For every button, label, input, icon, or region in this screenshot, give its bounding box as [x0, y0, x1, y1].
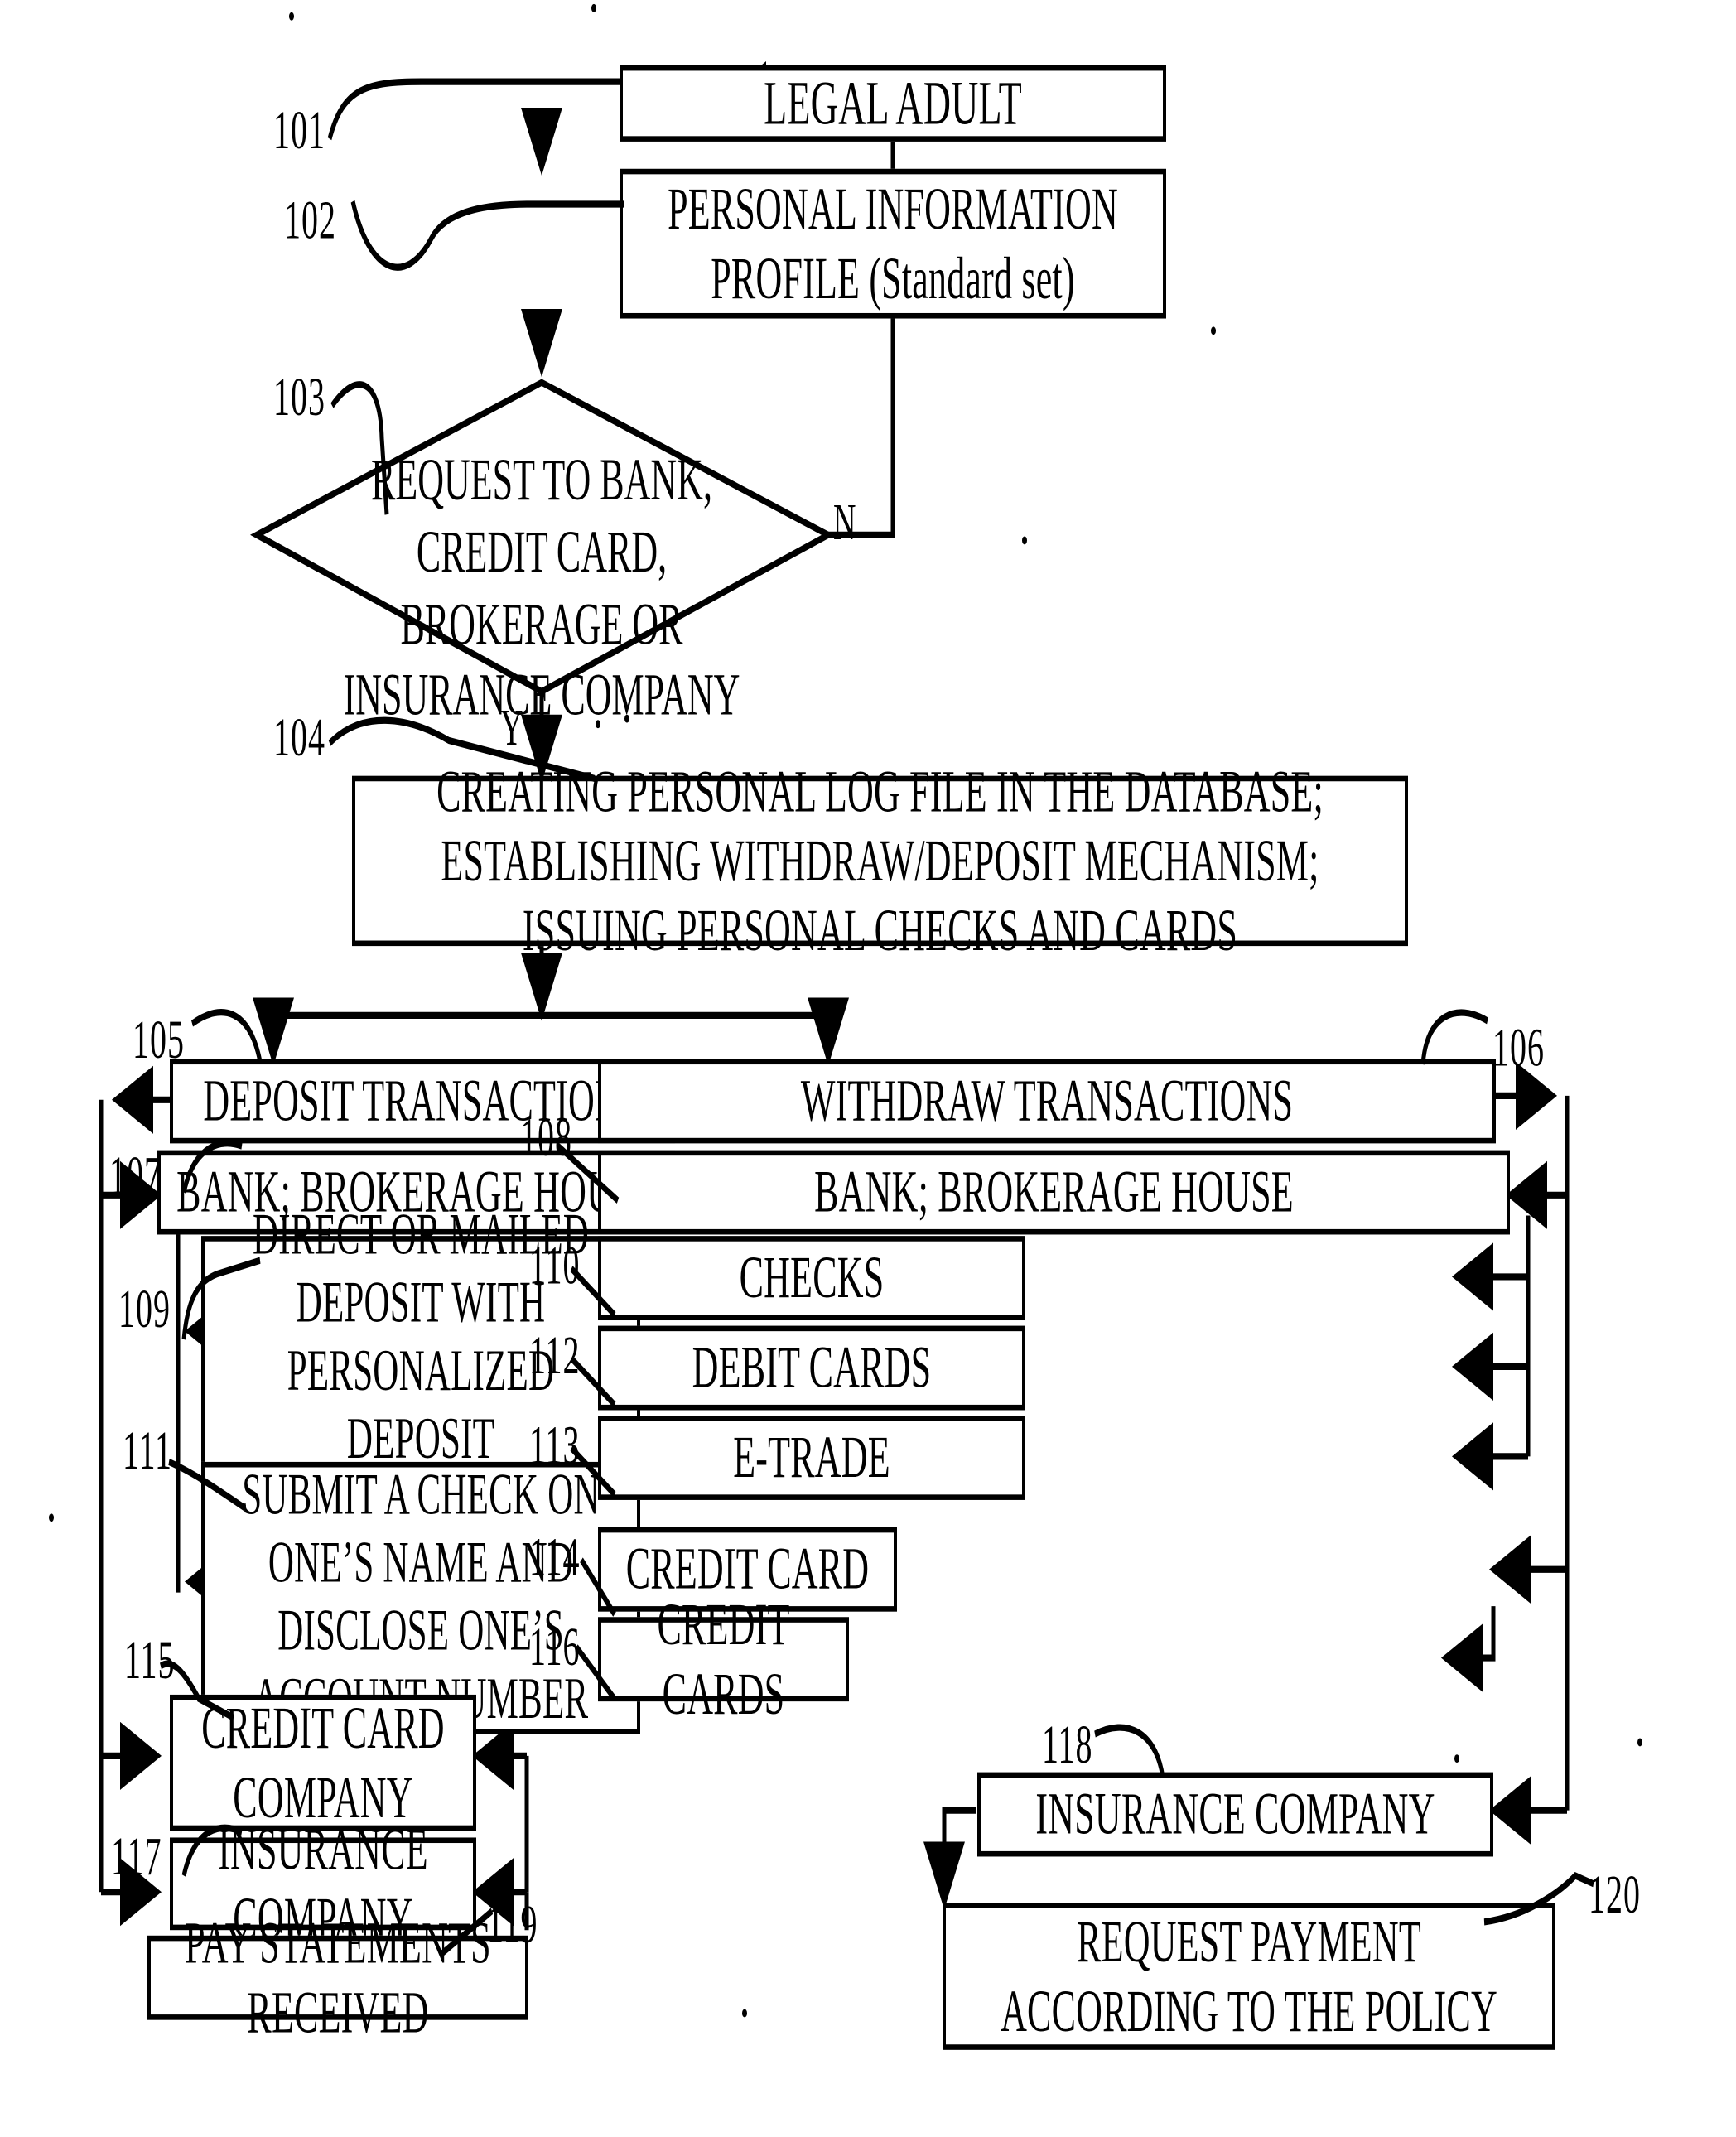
ref-105: 105: [133, 1008, 185, 1070]
leader-110: [570, 1266, 616, 1318]
leader-112: [570, 1355, 616, 1408]
branch-label-no: N: [833, 494, 856, 552]
node-request-payment[interactable]: REQUEST PAYMENT ACCORDING TO THE POLICY: [943, 1903, 1555, 2050]
ref-117: 117: [111, 1825, 162, 1887]
node-personal-information-profile[interactable]: PERSONAL INFORMATION PROFILE (Standard s…: [620, 168, 1166, 319]
leader-103: [330, 381, 389, 515]
node-insurance-company-right[interactable]: INSURANCE COMPANY: [977, 1772, 1493, 1857]
ref-116: 116: [529, 1615, 581, 1677]
node-checks-label: CHECKS: [739, 1244, 885, 1312]
ref-118: 118: [1042, 1713, 1093, 1775]
leader-102: [350, 200, 624, 271]
node-e-trade[interactable]: E-TRADE: [598, 1416, 1025, 1500]
node-withdraw-bank-brokerage-house[interactable]: BANK; BROKERAGE HOUSE: [598, 1150, 1510, 1235]
leader-111: [168, 1458, 246, 1512]
ref-103: 103: [273, 366, 326, 427]
leader-101: [327, 78, 620, 141]
leader-104: [328, 716, 596, 783]
ref-109: 109: [118, 1278, 171, 1340]
node-credit-cards-label: CREDIT CARDS: [657, 1590, 790, 1728]
node-request-payment-label: REQUEST PAYMENT ACCORDING TO THE POLICY: [1001, 1908, 1497, 2045]
leader-115: [160, 1660, 234, 1721]
node-debit-cards-label: DEBIT CARDS: [692, 1334, 932, 1401]
node-debit-cards[interactable]: DEBIT CARDS: [598, 1325, 1025, 1411]
node-creating-personal-log-file[interactable]: CREATING PERSONAL LOG FILE IN THE DATABA…: [352, 758, 1408, 963]
leader-108: [557, 1143, 620, 1204]
node-credit-cards[interactable]: CREDIT CARDS: [598, 1591, 849, 1727]
ref-106: 106: [1492, 1016, 1545, 1078]
node-legal-adult-label: LEGAL ADULT: [764, 68, 1022, 138]
leader-117: [181, 1824, 243, 1877]
leader-116: [575, 1644, 616, 1702]
node-deposit-transactions-label: DEPOSIT TRANSACTIONS: [203, 1068, 642, 1135]
node-insurance-company-right-label: INSURANCE COMPANY: [1035, 1781, 1435, 1848]
patent-figure-page: LEGAL ADULT 101 PERSONAL INFORMATION PRO…: [0, 0, 1736, 2137]
node-withdraw-transactions[interactable]: WITHDRAW TRANSACTIONS: [598, 1059, 1496, 1144]
node-withdraw-bank-brokerage-house-label: BANK; BROKERAGE HOUSE: [814, 1159, 1294, 1226]
ref-114: 114: [529, 1526, 581, 1588]
leader-118: [1094, 1724, 1165, 1779]
node-e-trade-label: E-TRADE: [733, 1424, 890, 1492]
leader-119: [439, 1908, 494, 1958]
ref-102: 102: [284, 189, 336, 251]
node-withdraw-transactions-label: WITHDRAW TRANSACTIONS: [800, 1068, 1294, 1135]
node-legal-adult[interactable]: LEGAL ADULT: [620, 65, 1166, 142]
ref-101: 101: [273, 99, 326, 161]
leader-107: [181, 1140, 243, 1194]
ref-104: 104: [273, 706, 326, 768]
node-checks[interactable]: CHECKS: [598, 1236, 1025, 1321]
leader-109: [181, 1257, 261, 1340]
leader-120: [1483, 1872, 1594, 1926]
leader-114: [580, 1557, 616, 1617]
leader-113: [570, 1445, 616, 1498]
leader-106: [1420, 1009, 1488, 1065]
ref-107: 107: [109, 1145, 162, 1206]
node-personal-information-profile-label: PERSONAL INFORMATION PROFILE (Standard s…: [668, 175, 1118, 312]
leader-105: [190, 1009, 263, 1064]
